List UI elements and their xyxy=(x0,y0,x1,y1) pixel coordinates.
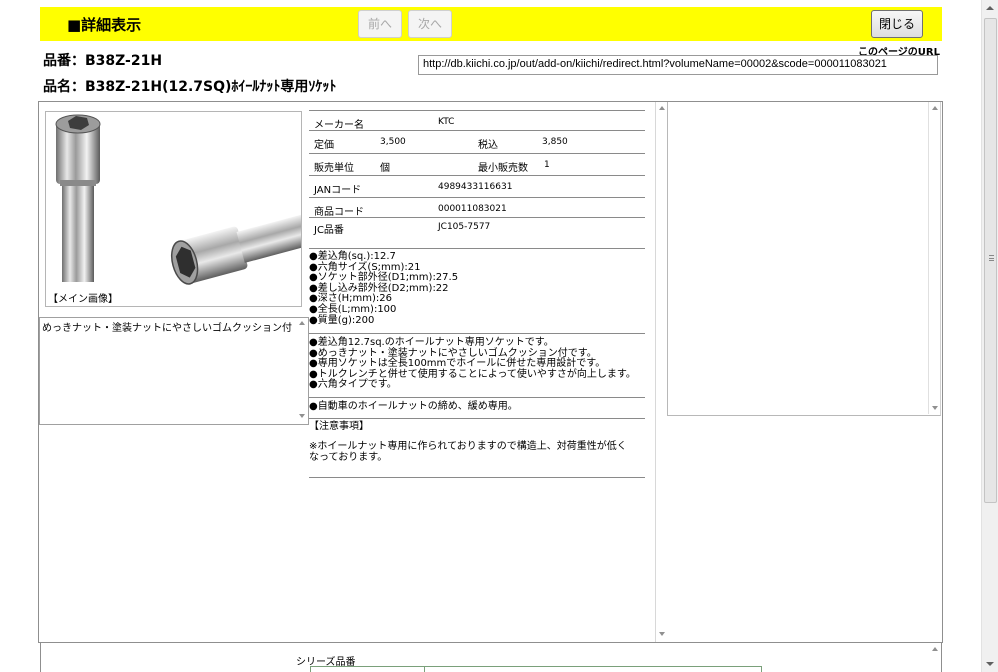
divider xyxy=(309,397,645,398)
page-url-field[interactable]: http://db.kiichi.co.jp/out/add-on/kiichi… xyxy=(418,55,938,75)
code-value: 000011083021 xyxy=(438,204,507,214)
scroll-down-icon[interactable] xyxy=(659,632,665,636)
feature-item: ●差込角12.7sq.のホイールナット専用ソケットです。 xyxy=(309,337,554,348)
spec-row-maker: メーカー名 KTC xyxy=(309,110,645,131)
tax-price-value: 3,850 xyxy=(542,137,568,147)
feature-list: ●差込角12.7sq.のホイールナット専用ソケットです。 ●めっきナット・塗装ナ… xyxy=(309,337,645,391)
grip-icon xyxy=(989,255,994,261)
spec-row-code: 商品コード 000011083021 xyxy=(309,198,645,218)
spec-row-price: 定価 3,500 税込 3,850 xyxy=(309,131,645,154)
notes-line: ※ホイールナット専用に作られておりますので構造上、対荷重性が低く xyxy=(309,441,627,452)
divider xyxy=(309,333,645,334)
right-frame-scrollbar[interactable] xyxy=(928,102,940,414)
jc-label: JC品番 xyxy=(314,225,344,236)
jan-label: JANコード xyxy=(314,185,362,196)
divider xyxy=(309,418,645,419)
spec-list: ●差込角(sq.):12.7 ●六角サイズ(S;mm):21 ●ソケット部外径(… xyxy=(309,251,645,326)
scroll-down-arrow-icon[interactable] xyxy=(986,662,994,666)
description-text: めっきナット・塗装ナットにやさしいゴムクッション付 xyxy=(42,323,292,334)
window-scrollbar[interactable] xyxy=(981,0,998,672)
price-value: 3,500 xyxy=(380,137,406,147)
spec-row-jan: JANコード 4989433116631 xyxy=(309,176,645,198)
scroll-up-icon[interactable] xyxy=(932,106,938,110)
scroll-up-icon[interactable] xyxy=(659,106,665,110)
series-table xyxy=(310,666,762,672)
main-image-box: 【メイン画像】 xyxy=(45,111,302,307)
product-name: 品名：B38Z-21H(12.7SQ)ﾎｲｰﾙﾅｯﾄ専用ｿｹｯﾄ xyxy=(43,79,337,95)
close-button[interactable]: 閉じる xyxy=(871,10,923,38)
unit-label: 販売単位 xyxy=(314,163,354,174)
notes-heading: 【注意事項】 xyxy=(309,421,369,432)
maker-value: KTC xyxy=(438,117,455,127)
spec-table: メーカー名 KTC 定価 3,500 税込 3,850 販売単位 個 最小販売数… xyxy=(309,110,645,239)
divider xyxy=(309,477,645,478)
code-label: 商品コード xyxy=(314,207,364,218)
jc-value: JC105-7577 xyxy=(438,222,491,232)
spec-row-jc: JC品番 JC105-7577 xyxy=(309,218,645,239)
scrollbar-thumb[interactable] xyxy=(984,18,997,503)
scroll-up-arrow-icon[interactable] xyxy=(986,6,994,10)
series-table-divider xyxy=(424,667,425,672)
description-textarea[interactable]: めっきナット・塗装ナットにやさしいゴムクッション付 xyxy=(39,317,309,425)
scroll-down-icon[interactable] xyxy=(932,406,938,410)
photo-caption: 【メイン画像】 xyxy=(48,294,118,305)
scroll-up-icon[interactable] xyxy=(932,647,938,651)
notes-line: なっております。 xyxy=(309,451,388,463)
spec-row-unit: 販売単位 個 最小販売数 1 xyxy=(309,154,645,176)
usage-text: ●自動車のホイールナットの締め、緩め専用。 xyxy=(309,401,518,412)
price-label: 定価 xyxy=(314,140,334,151)
prev-button[interactable]: 前へ xyxy=(358,10,402,38)
page-title: ■詳細表示 xyxy=(67,16,142,34)
spec-list-item: ●質量(g):200 xyxy=(309,314,375,326)
scroll-up-icon[interactable] xyxy=(299,321,305,325)
header-bar: ■詳細表示 前へ 次へ 閉じる xyxy=(40,7,942,41)
unit-value: 個 xyxy=(380,163,390,174)
next-button[interactable]: 次へ xyxy=(408,10,452,38)
feature-item: ●六角タイプです。 xyxy=(309,379,397,391)
notes-text: ※ホイールナット専用に作られておりますので構造上、対荷重性が低く なっております… xyxy=(309,441,645,463)
divider xyxy=(309,248,645,249)
product-number: 品番：B38Z-21H xyxy=(43,53,163,69)
description-scrollbar[interactable] xyxy=(296,318,308,424)
product-image xyxy=(55,114,301,285)
maker-label: メーカー名 xyxy=(314,120,364,131)
spec-list-item: ●全長(L;mm):100 xyxy=(309,303,397,315)
min-label: 最小販売数 xyxy=(478,163,528,174)
bottom-frame-scrollbar[interactable] xyxy=(929,643,941,672)
tax-label: 税込 xyxy=(478,140,498,151)
jan-value: 4989433116631 xyxy=(438,182,513,192)
min-value: 1 xyxy=(544,160,550,170)
scroll-down-icon[interactable] xyxy=(299,414,305,418)
center-frame-scrollbar[interactable] xyxy=(655,102,667,642)
right-frame xyxy=(667,102,941,416)
spec-list-item: ●差込角(sq.):12.7 xyxy=(309,251,396,262)
